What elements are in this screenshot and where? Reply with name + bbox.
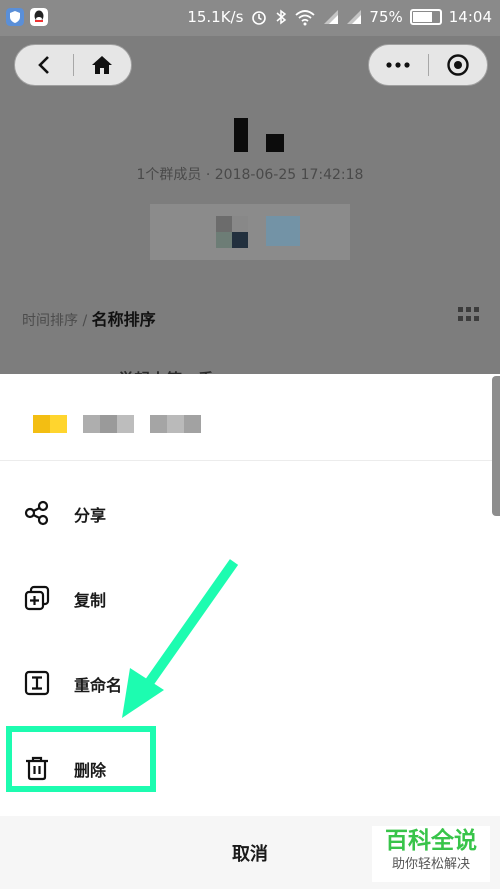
miniapp-capsule [368, 44, 488, 86]
more-dots-icon [386, 62, 410, 68]
nav-capsule [14, 44, 132, 86]
watermark-logo: 百科全说 助你轻松解决 [372, 826, 490, 882]
battery-percent: 75% [369, 8, 403, 26]
battery-icon [409, 9, 442, 25]
signal-icon [324, 10, 339, 24]
qq-app-icon [30, 8, 48, 26]
sort-by-name[interactable]: 名称排序 [92, 310, 156, 329]
scrollbar[interactable] [492, 376, 500, 516]
status-bar: 15.1K/s 75% 14:04 [0, 0, 500, 36]
bluetooth-icon [276, 9, 287, 25]
network-speed: 15.1K/s [187, 8, 244, 26]
clock-time: 14:04 [448, 8, 492, 26]
watermark-main: 百科全说 [385, 828, 477, 854]
more-button[interactable] [369, 45, 428, 85]
signal-icon [347, 10, 362, 24]
alarm-icon [252, 11, 267, 25]
menu-item-copy[interactable]: 复制 [0, 555, 500, 639]
highlight-box [6, 726, 156, 792]
security-app-icon [6, 8, 24, 26]
battery-fill [412, 12, 432, 22]
copy-icon [24, 585, 50, 611]
grid-view-icon[interactable] [458, 307, 480, 323]
wifi-icon [295, 10, 316, 26]
menu-item-label: 重命名 [74, 676, 123, 695]
share-icon [24, 500, 49, 526]
chevron-left-icon [37, 56, 49, 74]
menu-item-label: 复制 [74, 591, 107, 610]
sort-toggle: 时间排序 / 名称排序 [22, 306, 156, 330]
blurred-title-image [234, 118, 284, 152]
action-sheet: 分享 复制 重命名 删除 取消 [0, 374, 500, 889]
watermark-sub: 助你轻松解决 [391, 857, 470, 872]
menu-item-rename[interactable]: 重命名 [0, 640, 500, 724]
group-meta: 1个群成员 · 2018-06-25 17:42:18 [136, 167, 364, 183]
close-miniapp-button[interactable] [429, 45, 488, 85]
menu-item-share[interactable]: 分享 [0, 470, 500, 554]
blurred-file-title [33, 415, 201, 433]
rename-icon [24, 670, 50, 696]
sort-by-time[interactable]: 时间排序 / [22, 313, 92, 329]
sheet-header [0, 374, 500, 461]
target-close-icon [447, 54, 469, 76]
home-icon [92, 56, 113, 74]
background-page: 1个群成员 · 2018-06-25 17:42:18 时间排序 / 名称排序 … [0, 36, 500, 389]
menu-item-label: 分享 [74, 506, 107, 525]
blurred-thumbnails [150, 204, 350, 260]
home-button[interactable] [74, 45, 132, 85]
back-button[interactable] [15, 45, 73, 85]
